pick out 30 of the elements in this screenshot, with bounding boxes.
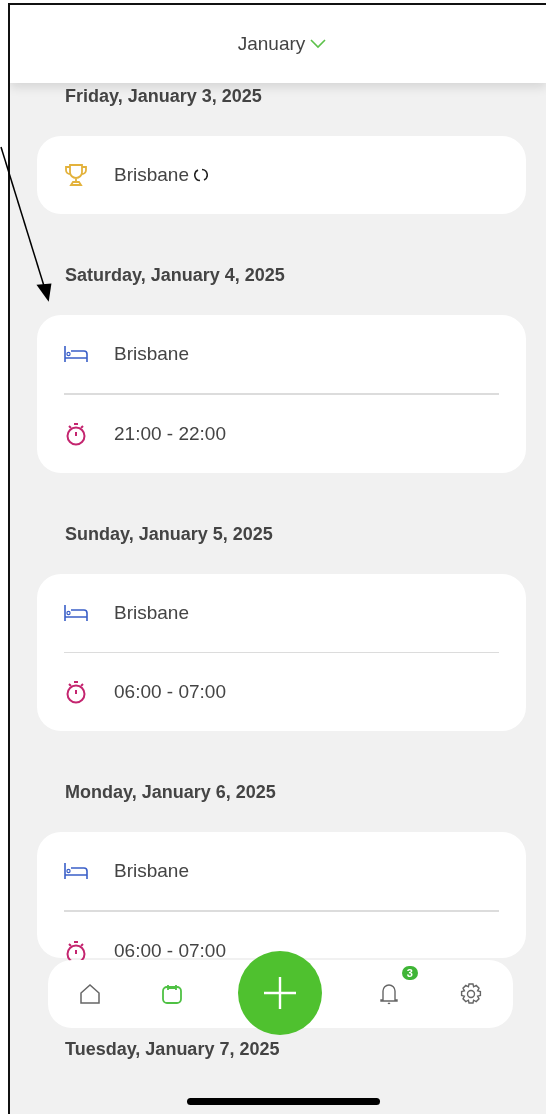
- event-card[interactable]: Brisbane: [37, 136, 526, 214]
- event-card[interactable]: Brisbane 06:00 - 07:00: [37, 832, 526, 958]
- bed-icon: [64, 345, 88, 363]
- trophy-icon: [64, 163, 88, 187]
- event-text: Brisbane: [114, 164, 189, 186]
- bed-icon: [64, 603, 88, 622]
- bell-icon: [377, 981, 400, 1007]
- event-text: Brisbane: [114, 860, 189, 882]
- event-card[interactable]: Brisbane 21:00 - 22:00: [37, 315, 526, 473]
- stopwatch-icon: [64, 680, 88, 704]
- calendar-icon: [161, 983, 184, 1005]
- date-heading: Sunday, January 5, 2025: [64, 523, 273, 544]
- event-text: Brisbane: [114, 343, 189, 365]
- date-heading: Friday, January 3, 2025: [64, 86, 262, 106]
- date-heading: Tuesday, January 7, 2025: [64, 1038, 280, 1059]
- settings-icon: [459, 982, 484, 1006]
- home-icon: [77, 982, 102, 1006]
- bed-icon: [64, 862, 88, 880]
- plus-icon: [262, 974, 299, 1011]
- event-text: 21:00 - 22:00: [114, 422, 226, 445]
- stopwatch-icon: [64, 421, 88, 446]
- event-text: 06:00 - 07:00: [114, 681, 226, 703]
- notification-count: 3: [401, 966, 418, 980]
- sync-icon: [194, 168, 208, 182]
- chevron-down-icon: [310, 39, 327, 49]
- date-heading: Saturday, January 4, 2025: [64, 265, 285, 285]
- event-card[interactable]: Brisbane 06:00 - 07:00: [37, 573, 526, 731]
- event-text: Brisbane: [114, 601, 189, 624]
- date-heading: Monday, January 6, 2025: [64, 782, 276, 802]
- month-selector[interactable]: January: [233, 31, 331, 57]
